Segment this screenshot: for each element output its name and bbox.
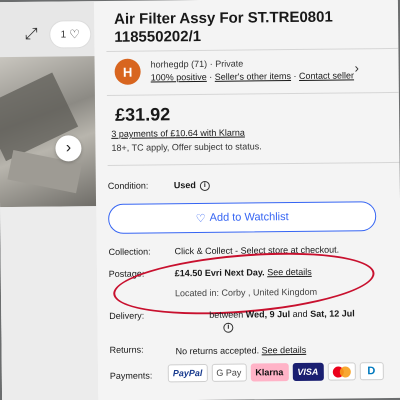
- contact-seller-link[interactable]: Contact seller: [299, 70, 354, 81]
- seller-other-items-link[interactable]: Seller's other items: [215, 71, 291, 82]
- returns-label: Returns:: [109, 344, 144, 355]
- condition-label: Condition:: [107, 180, 149, 191]
- condition-value: Used i: [174, 180, 210, 191]
- collection-label: Collection:: [108, 246, 151, 257]
- seller-links: 100% positive · Seller's other items · C…: [150, 70, 355, 83]
- item-price: £31.92: [114, 104, 171, 125]
- paypal-icon: PayPal: [167, 363, 208, 383]
- payments-label: Payments:: [109, 370, 153, 381]
- delivery-start: Wed, 9 Jul: [245, 309, 291, 320]
- delivery-info: i: [219, 322, 234, 333]
- delivery-label: Delivery:: [109, 310, 145, 321]
- seller-positive-link[interactable]: 100% positive: [151, 72, 207, 83]
- mastercard-icon: [327, 362, 356, 381]
- info-icon[interactable]: i: [223, 322, 234, 333]
- listing-title: Air Filter Assy For ST.TRE0801 118550202…: [114, 8, 333, 46]
- divider: [107, 161, 400, 166]
- klarna-note: 18+, TC apply, Offer subject to status.: [111, 141, 262, 153]
- returns-details-link[interactable]: See details: [262, 345, 307, 355]
- klarna-icon: Klarna: [250, 363, 289, 382]
- diners-club-icon: D: [359, 362, 384, 381]
- divider: [106, 91, 399, 96]
- divider: [106, 47, 399, 52]
- heart-icon: ♡: [195, 212, 206, 225]
- watch-count: 1: [60, 28, 67, 40]
- heart-icon: ♡: [69, 27, 80, 42]
- screen: ⤢ 1 ♡ › Air Filter Assy For ST.TRE0801 1…: [0, 0, 400, 400]
- gallery-background: [0, 206, 99, 400]
- klarna-link[interactable]: 3 payments of £10.64 with Klarna: [111, 128, 245, 139]
- image-gallery: ⤢ 1 ♡ ›: [0, 1, 99, 400]
- listing-details: Air Filter Assy For ST.TRE0801 118550202…: [106, 0, 400, 400]
- seller-feedback-count: (71): [191, 58, 208, 70]
- seller-info: horhegdp (71) · Private: [151, 59, 244, 70]
- expand-icon[interactable]: ⤢: [20, 24, 42, 46]
- chevron-right-icon: ›: [65, 139, 72, 157]
- product-image[interactable]: [0, 56, 97, 208]
- chevron-right-icon[interactable]: ›: [355, 60, 360, 75]
- delivery-end: Sat, 12 Jul: [310, 308, 355, 319]
- condition-text: Used: [173, 180, 196, 191]
- payment-methods: PayPal G Pay Klarna VISA D: [167, 362, 384, 383]
- delivery-and: and: [292, 308, 308, 320]
- returns-value: No returns accepted. See details: [176, 345, 307, 356]
- next-image-button[interactable]: ›: [55, 135, 82, 162]
- seller-name[interactable]: horhegdp: [151, 59, 189, 69]
- visa-icon: VISA: [292, 362, 324, 382]
- returns-text: No returns accepted.: [175, 345, 260, 357]
- google-pay-icon: G Pay: [211, 363, 247, 382]
- delivery-prefix: between: [209, 309, 244, 320]
- delivery-estimate: between Wed, 9 Jul and Sat, 12 Jul: [209, 308, 355, 320]
- seller-type: · Private: [209, 58, 244, 69]
- seller-avatar[interactable]: H: [114, 58, 141, 85]
- info-icon[interactable]: i: [199, 180, 210, 191]
- watchlist-label: Add to Watchlist: [209, 211, 289, 224]
- watch-count-button[interactable]: 1 ♡: [50, 21, 91, 48]
- add-to-watchlist-button[interactable]: ♡ Add to Watchlist: [108, 201, 377, 234]
